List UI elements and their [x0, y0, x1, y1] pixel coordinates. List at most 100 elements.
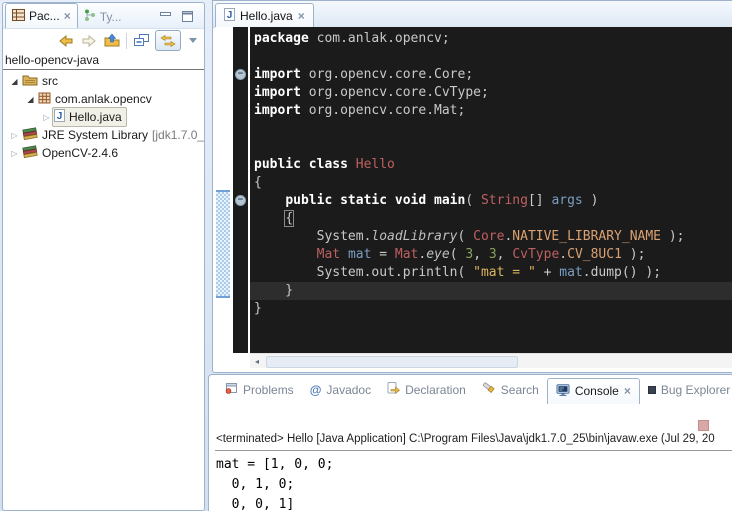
tree-item-com-anlak-opencv[interactable]: com.anlak.opencv: [3, 90, 204, 108]
tree-item-opencv-2-4-6[interactable]: OpenCV-2.4.6: [3, 144, 204, 162]
fold-collapse-marker[interactable]: [235, 195, 246, 206]
tree-item-body[interactable]: com.anlak.opencv: [36, 90, 157, 109]
tree-item-project-root[interactable]: hello-opencv-java: [3, 54, 204, 67]
editor-tabbar: J Hello.java: [213, 1, 732, 28]
toolbar-separator: [126, 33, 127, 49]
code-line-2: [254, 48, 732, 66]
code-line-11: {: [254, 210, 732, 228]
package-icon: [38, 92, 51, 107]
package-tree-items: srccom.anlak.opencvJHello.javaJRE System…: [3, 72, 204, 162]
search-icon: [482, 382, 496, 397]
tab-type-hierarchy[interactable]: Ty...: [78, 5, 128, 28]
code-line-7: [254, 138, 732, 156]
tree-item-src[interactable]: src: [3, 72, 204, 90]
library-icon: [22, 145, 38, 161]
tree-item-label: JRE System Library: [42, 128, 148, 142]
console-view-panel: Problems Javadoc Declaration Search Console B…: [208, 374, 732, 511]
link-with-editor-button[interactable]: [155, 30, 181, 51]
code-line-12: System.loadLibrary( Core.NATIVE_LIBRARY_…: [254, 228, 732, 246]
tree-item-suffix: [jdk1.7.0_25]: [152, 128, 204, 142]
tab-javadoc[interactable]: Javadoc: [302, 378, 379, 402]
code-line-10: public static void main( String[] args ): [254, 192, 732, 210]
tree-item-jre-system-library[interactable]: JRE System Library [jdk1.7.0_25]: [3, 126, 204, 144]
tree-item-body[interactable]: OpenCV-2.4.6: [20, 143, 123, 163]
code-line-13: Mat mat = Mat.eye( 3, 3, CvType.CV_8UC1 …: [254, 246, 732, 264]
package-explorer-panel: Pac... Ty...: [2, 2, 205, 511]
collapse-arrow-icon[interactable]: [25, 92, 36, 106]
package-explorer-toolbar: [3, 29, 204, 52]
svg-text:J: J: [57, 111, 63, 122]
tree-item-label: OpenCV-2.4.6: [42, 146, 118, 160]
console-line: 0, 0, 1]: [216, 495, 333, 511]
tree-item-body[interactable]: J Hello.java: [52, 107, 127, 127]
console-status-line: <terminated> Hello [Java Application] C:…: [216, 433, 732, 449]
view-menu-icon[interactable]: [189, 38, 197, 43]
package-folder-icon: [22, 73, 38, 89]
package-explorer-header: Pac... Ty...: [3, 3, 204, 29]
tree-item-label: Hello.java: [69, 110, 122, 124]
console-output[interactable]: mat = [1, 0, 0; 0, 1, 0; 0, 0, 1]: [216, 455, 333, 511]
java-file-icon: J: [54, 109, 65, 125]
package-explorer-icon: [12, 9, 25, 24]
tree-item-body[interactable]: JRE System Library [jdk1.7.0_25]: [20, 125, 204, 145]
code-editor[interactable]: package com.anlak.opencv;import org.open…: [250, 27, 732, 353]
close-icon[interactable]: [624, 384, 631, 398]
type-hierarchy-icon: [84, 9, 96, 24]
scroll-left-arrow-icon[interactable]: [250, 355, 264, 368]
back-button[interactable]: [57, 32, 75, 50]
code-line-16: }: [254, 300, 732, 318]
tab-search[interactable]: Search: [474, 378, 547, 402]
tab-label: Bug Explorer: [661, 383, 730, 397]
package-tree: hello-opencv-java src com.anlak.opencv J He…: [3, 54, 204, 510]
expand-arrow-icon[interactable]: [9, 146, 20, 160]
code-line-9: {: [254, 174, 732, 192]
tab-label: Problems: [243, 383, 294, 397]
code-line-3: import org.opencv.core.Core;: [254, 66, 732, 84]
console-line: mat = [1, 0, 0;: [216, 455, 333, 475]
eclipse-window: Pac... Ty...: [0, 0, 732, 511]
code-line-14: System.out.println( "mat = " + mat.dump(…: [254, 264, 732, 282]
tree-item-body[interactable]: src: [20, 71, 63, 91]
fold-collapse-marker[interactable]: [235, 69, 246, 80]
bug-icon: [648, 383, 656, 397]
close-icon[interactable]: [298, 9, 305, 23]
maximize-button[interactable]: [181, 9, 194, 20]
code-line-4: import org.opencv.core.CvType;: [254, 84, 732, 102]
tab-package-explorer[interactable]: Pac...: [5, 3, 78, 28]
code-line-8: public class Hello: [254, 156, 732, 174]
editor-body: package com.anlak.opencv;import org.open…: [215, 27, 732, 353]
range-indicator: [216, 190, 230, 298]
console-icon: [556, 384, 570, 399]
tab-label: Javadoc: [326, 383, 371, 397]
tab-label: Hello.java: [240, 9, 293, 23]
collapse-arrow-icon[interactable]: [9, 74, 20, 88]
javadoc-icon: [310, 383, 322, 397]
library-icon: [22, 127, 38, 143]
tab-bug-explorer[interactable]: Bug Explorer: [640, 378, 732, 402]
tab-label: Ty...: [100, 10, 122, 24]
tab-hello-java[interactable]: J Hello.java: [215, 3, 314, 27]
expand-arrow-icon[interactable]: [9, 128, 20, 142]
divider: [215, 450, 732, 451]
expand-arrow-icon[interactable]: [41, 110, 52, 124]
tab-console[interactable]: Console: [547, 378, 640, 404]
tab-label: Search: [501, 383, 539, 397]
tree-item-hello-java[interactable]: J Hello.java: [3, 108, 204, 126]
close-icon[interactable]: [64, 9, 71, 23]
problems-icon: [225, 382, 238, 397]
scrollbar-thumb[interactable]: [266, 356, 518, 368]
collapse-all-button[interactable]: [132, 32, 150, 50]
up-to-home-button[interactable]: [103, 32, 121, 50]
tab-label: Declaration: [405, 383, 466, 397]
terminate-button[interactable]: [698, 420, 709, 431]
tab-declaration[interactable]: Declaration: [379, 378, 474, 402]
horizontal-scrollbar[interactable]: [250, 353, 732, 368]
console-line: 0, 1, 0;: [216, 475, 333, 495]
forward-button[interactable]: [80, 32, 98, 50]
minimize-button[interactable]: [159, 9, 172, 20]
divider: [3, 69, 204, 70]
tab-label: Pac...: [29, 9, 60, 23]
tree-item-label: src: [42, 74, 58, 88]
fold-gutter: [233, 27, 248, 353]
tab-problems[interactable]: Problems: [217, 378, 302, 402]
